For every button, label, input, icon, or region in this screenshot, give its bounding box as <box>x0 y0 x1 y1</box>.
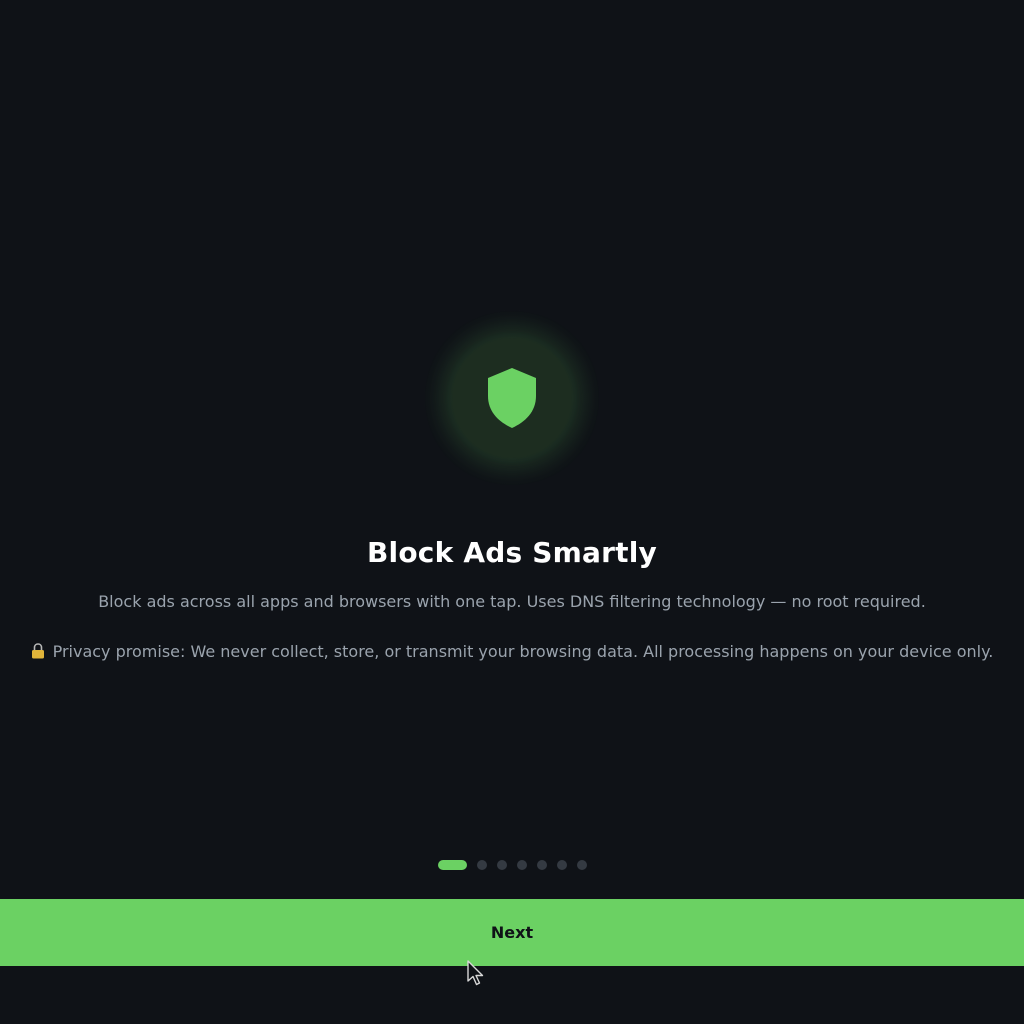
page-indicator <box>438 860 587 870</box>
onboarding-screen: Block Ads Smartly Block ads across all a… <box>0 0 1024 1024</box>
shield-icon <box>488 368 536 428</box>
page-dot-5 <box>537 860 547 870</box>
page-dot-3 <box>497 860 507 870</box>
privacy-promise: Privacy promise: We never collect, store… <box>0 642 1024 661</box>
lock-icon <box>31 643 44 659</box>
onboarding-description: Block ads across all apps and browsers w… <box>98 592 926 611</box>
privacy-promise-text: Privacy promise: We never collect, store… <box>52 642 994 661</box>
page-dot-1-active <box>438 860 467 870</box>
page-dot-4 <box>517 860 527 870</box>
hero-icon-container <box>452 338 572 458</box>
onboarding-title: Block Ads Smartly <box>367 536 657 569</box>
page-dot-6 <box>557 860 567 870</box>
next-button[interactable]: Next <box>0 899 1024 966</box>
mouse-cursor-icon <box>467 960 484 986</box>
page-dot-7 <box>577 860 587 870</box>
page-dot-2 <box>477 860 487 870</box>
